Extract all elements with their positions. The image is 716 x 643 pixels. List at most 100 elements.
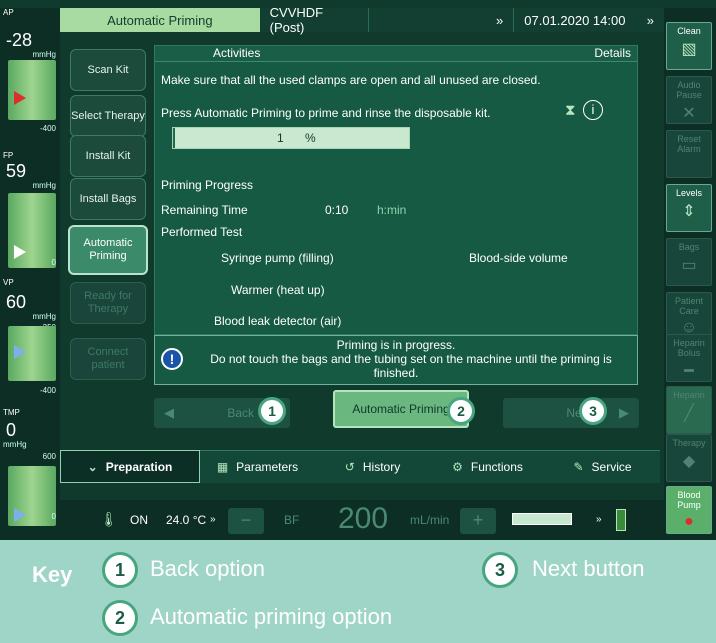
heparin-syringe-icon: ╱	[684, 405, 694, 422]
tab-functions[interactable]: ⚙ Functions	[430, 450, 545, 483]
key-callout-2: 2	[102, 600, 138, 636]
screen-clean-icon: ▧	[681, 41, 697, 58]
history-icon: ↺	[344, 460, 355, 474]
pressure-column: AP -28 mmHg 500 -400 FP 59 mmHg 500 0 VP…	[0, 8, 60, 540]
tmp-value: 0	[6, 420, 17, 440]
performed-test-label: Performed Test	[161, 225, 243, 239]
therapy-button[interactable]: Therapy ◆	[666, 434, 712, 482]
callout-2: 2	[447, 397, 475, 425]
step-automatic-priming[interactable]: Automatic Priming	[68, 225, 148, 275]
battery-icon	[616, 509, 626, 531]
tmp-bottom-tick: 0	[51, 512, 56, 521]
tab-history-label: History	[362, 460, 401, 474]
reset-alarm-button[interactable]: Reset Alarm	[666, 130, 712, 178]
patient-care-label: Patient Care	[674, 296, 704, 316]
panel-header: Activities Details	[155, 46, 637, 62]
temperature-value: 24.0 °C	[166, 513, 207, 527]
pump-icon: ●	[684, 513, 694, 530]
temperature-chevron-icon[interactable]: »	[210, 514, 216, 525]
bags-button[interactable]: Bags ▭	[666, 238, 712, 286]
back-label: Back	[227, 406, 254, 420]
blood-pump-label: Blood Pump	[677, 490, 701, 510]
progress-value: 1	[277, 131, 284, 145]
tmp-unit: mmHg	[3, 440, 27, 449]
screen-title: Automatic Priming	[60, 8, 260, 32]
therapy-label: Therapy	[672, 438, 706, 448]
info-icon[interactable]: i	[583, 100, 603, 120]
instruction-line-1: Make sure that all the used clamps are o…	[161, 73, 541, 87]
audio-pause-button[interactable]: Audio Pause ✕	[666, 76, 712, 124]
increase-flow-button[interactable]: +	[460, 508, 496, 534]
remaining-label: Remaining Time	[161, 203, 248, 217]
heparin-bolus-label: Heparin Bolus	[673, 338, 705, 358]
progress-label: Priming Progress	[161, 178, 254, 192]
tab-service-label: Service	[591, 460, 632, 474]
instruction-line-2: Press Automatic Priming to prime and rin…	[161, 106, 491, 120]
callout-1: 1	[258, 397, 286, 425]
progress-unit: %	[305, 131, 316, 145]
ap-bar	[8, 60, 56, 120]
message-line-1: Priming is in progress.	[336, 338, 456, 352]
bolus-syringe-icon: ━	[684, 363, 694, 380]
levels-icon: ⇕	[682, 203, 696, 220]
arrow-right-icon: ▶	[619, 405, 629, 420]
message-line-2: Do not touch the bags and the tubing set…	[210, 352, 612, 366]
decrease-flow-button[interactable]: −	[228, 508, 264, 534]
callout-3: 3	[579, 397, 607, 425]
heparin-bolus-button[interactable]: Heparin Bolus ━	[666, 334, 712, 382]
machine-screen: AP -28 mmHg 500 -400 FP 59 mmHg 500 0 VP…	[0, 0, 716, 540]
thermometer-icon: 🌡	[100, 511, 118, 527]
key-label-2: Automatic priming option	[150, 604, 393, 629]
message-line-3: finished.	[373, 366, 419, 380]
key-callout-1: 1	[102, 552, 138, 588]
ap-value: -28	[6, 30, 33, 50]
wrench-icon: ✎	[573, 460, 584, 474]
activities-panel: Activities Details Make sure that all th…	[154, 45, 638, 335]
flow-value: 200	[338, 502, 389, 535]
top-bar: Automatic Priming CVVHDF (Post) » 07.01.…	[60, 5, 664, 35]
tab-preparation[interactable]: ⌄ Preparation	[60, 450, 200, 483]
therapy-mode: CVVHDF (Post)	[260, 5, 370, 35]
heparin-button[interactable]: Heparin ╱	[666, 386, 712, 434]
priming-progress-fill	[173, 128, 176, 148]
step-ready-for-therapy: Ready for Therapy	[70, 282, 146, 324]
blood-pump-button[interactable]: Blood Pump ●	[666, 486, 712, 534]
step-install-kit[interactable]: Install Kit	[70, 135, 146, 177]
patient-care-button[interactable]: Patient Care ☺	[666, 292, 712, 340]
key-title: Key	[32, 562, 73, 587]
test-blood-side-volume: Blood-side volume	[469, 251, 568, 265]
key-label-1: Back option	[150, 556, 265, 581]
datetime-text: 07.01.2020 14:00	[524, 12, 626, 28]
tab-service[interactable]: ✎ Service	[545, 450, 660, 483]
reset-alarm-label: Reset Alarm	[677, 134, 701, 154]
expand-chevron-icon[interactable]: »	[369, 8, 515, 32]
step-select-therapy[interactable]: Select Therapy	[70, 95, 146, 137]
tab-history[interactable]: ↺ History	[315, 450, 430, 483]
remaining-value: 0:10	[325, 203, 349, 217]
test-warmer: Warmer (heat up)	[231, 283, 325, 297]
fp-unit: mmHg	[32, 181, 56, 190]
datetime[interactable]: 07.01.2020 14:00 »	[514, 8, 664, 32]
status-bar: 🌡 ON 24.0 °C » − BF 200 mL/min + »	[60, 500, 664, 540]
levels-button[interactable]: Levels ⇕	[666, 184, 712, 232]
bags-label: Bags	[678, 242, 700, 252]
syringe-chevron-icon[interactable]: »	[596, 514, 602, 525]
vp-bottom-tick: -400	[39, 386, 56, 395]
next-button[interactable]: Next ▶	[503, 398, 639, 428]
step-connect-patient: Connect patient	[70, 338, 146, 380]
step-install-bags[interactable]: Install Bags	[70, 178, 146, 220]
clean-button[interactable]: Clean ▧	[666, 22, 712, 70]
vp-value: 60	[6, 292, 27, 312]
details-link[interactable]: Details	[594, 46, 631, 61]
bf-label: BF	[284, 513, 300, 527]
test-blood-leak: Blood leak detector (air)	[214, 314, 342, 328]
vp-label: VP	[3, 278, 14, 287]
levels-label: Levels	[675, 188, 702, 198]
bottom-tabs: ⌄ Preparation ▦ Parameters ↺ History ⚙ Funct…	[60, 450, 660, 483]
syringe-icon	[512, 513, 572, 525]
remaining-unit: h:min	[377, 203, 407, 217]
tmp-label: TMP	[3, 408, 20, 417]
tab-preparation-label: Preparation	[105, 459, 173, 474]
tab-parameters[interactable]: ▦ Parameters	[200, 450, 315, 483]
step-scan-kit[interactable]: Scan Kit	[70, 49, 146, 91]
